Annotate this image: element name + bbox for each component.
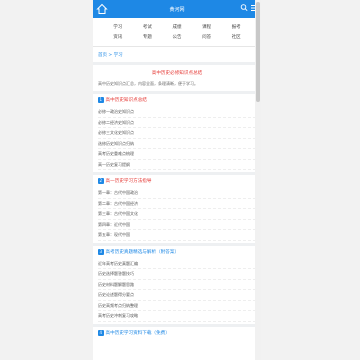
list-item[interactable]: 必修三文化史知识点 [98, 128, 256, 139]
article-section: 4 高中历史学习资料下载（免费） [93, 327, 261, 342]
list-item[interactable]: 高考历史冲刺复习攻略 [98, 311, 256, 322]
section-title[interactable]: 高中历史学习资料下载（免费） [106, 330, 170, 336]
nav-item[interactable]: 资讯 [103, 34, 133, 40]
section-header: 2 高一历史学习方法指导 [98, 178, 256, 184]
list-item[interactable]: 历史论述题得分要点 [98, 290, 256, 301]
header-title: 黄河网 [169, 6, 185, 13]
page: 黄河网 学习 考试 成绩 课程 报考资讯 专题 公告 问答 社区 首页 > 学习 高中历史必修知… [93, 0, 261, 360]
section-title[interactable]: 高考历史真题精选与解析（附答案） [106, 249, 180, 255]
list-item[interactable]: 第四章：近代中国 [98, 220, 256, 230]
list-item[interactable]: 必修一政治史知识点 [98, 107, 256, 118]
scrollbar-thumb[interactable] [256, 2, 260, 102]
nav-item[interactable]: 公告 [162, 34, 192, 40]
hero-title[interactable]: 高中历史必修知识点总结 [98, 70, 256, 76]
section-header: 4 高中历史学习资料下载（免费） [98, 329, 256, 336]
list-item[interactable]: 历史选择题答题技巧 [98, 269, 256, 280]
search-icon[interactable] [240, 3, 248, 13]
nav-item[interactable]: 问答 [192, 34, 222, 40]
list-item[interactable]: 高一历史复习提纲 [98, 160, 256, 170]
section-header: 1 高中历史知识点总结 [98, 97, 256, 103]
hero-description: 高中历史知识点汇总，内容全面，条理清晰，便于学习。 [98, 81, 198, 86]
home-icon[interactable] [96, 3, 108, 15]
section-badge: 2 [98, 178, 104, 184]
list-item[interactable]: 近年高考历史真题汇编 [98, 259, 256, 269]
article-section: 3 高考历史真题精选与解析（附答案） 近年高考历史真题汇编 历史选择题答题技巧 历史材料… [93, 246, 261, 324]
section-title[interactable]: 高一历史学习方法指导 [106, 178, 152, 184]
list-item[interactable]: 历史高频考点归纳整理 [98, 301, 256, 311]
nav-item[interactable]: 课程 [192, 24, 222, 30]
section-title[interactable]: 高中历史知识点总结 [106, 97, 147, 103]
category-nav: 学习 考试 成绩 课程 报考资讯 专题 公告 问答 社区 [93, 18, 261, 47]
section-badge: 4 [98, 329, 104, 336]
section-header: 3 高考历史真题精选与解析（附答案） [98, 248, 256, 255]
nav-item[interactable]: 考试 [133, 24, 163, 30]
breadcrumb[interactable]: 首页 > 学习 [93, 47, 261, 62]
article-section: 1 高中历史知识点总结必修一政治史知识点 必修二经济史知识点 必修三文化史知识点 选修历… [93, 94, 261, 172]
list-item[interactable]: 高考历史重难点梳理 [98, 149, 256, 160]
list-item[interactable]: 选修历史知识点归纳 [98, 139, 256, 149]
nav-item[interactable]: 成绩 [162, 24, 192, 30]
nav-item[interactable]: 报考 [221, 24, 251, 30]
list-item[interactable]: 历史材料题解题思路 [98, 280, 256, 290]
content-sections: 1 高中历史知识点总结必修一政治史知识点 必修二经济史知识点 必修三文化史知识点 选修历… [93, 94, 261, 342]
section-badge: 1 [98, 97, 104, 103]
list-item[interactable]: 第二章：古代中国经济 [98, 199, 256, 209]
list-item[interactable]: 必修二经济史知识点 [98, 118, 256, 128]
list-item[interactable]: 第五章：现代中国 [98, 230, 256, 241]
nav-item[interactable]: 社区 [221, 34, 251, 40]
nav-item[interactable]: 专题 [133, 34, 163, 40]
section-badge: 3 [98, 248, 104, 255]
hero-block: 高中历史必修知识点总结 高中历史知识点汇总，内容全面，条理清晰，便于学习。 [93, 65, 261, 91]
app-header: 黄河网 [93, 0, 261, 18]
list-item[interactable]: 第一章：古代中国政治 [98, 188, 256, 199]
scrollbar[interactable] [255, 0, 261, 360]
list-item[interactable]: 第三章：古代中国文化 [98, 209, 256, 220]
nav-item[interactable]: 学习 [103, 24, 133, 30]
article-section: 2 高一历史学习方法指导第一章：古代中国政治 第二章：古代中国经济 第三章：古代中国文… [93, 175, 261, 243]
